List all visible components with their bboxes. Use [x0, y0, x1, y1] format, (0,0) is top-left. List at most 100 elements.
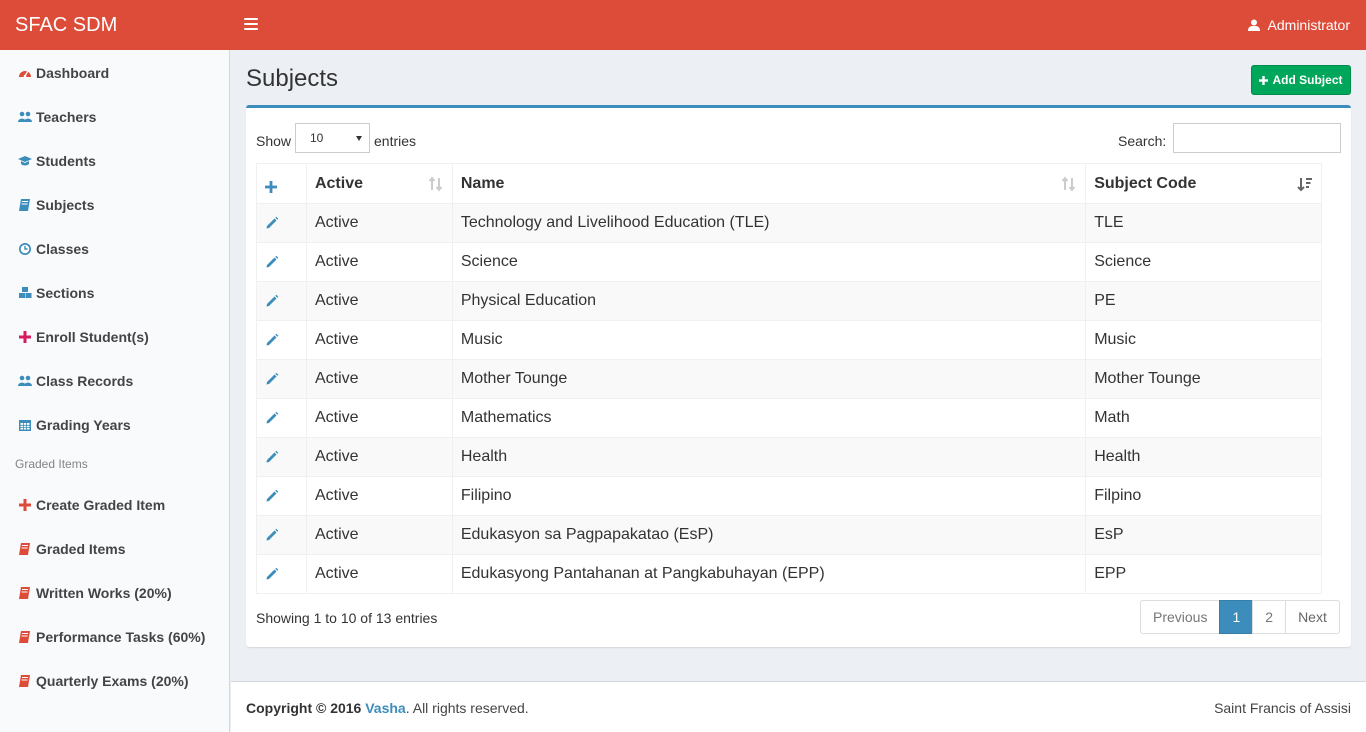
column-header-name[interactable]: Name	[451, 163, 1087, 204]
sidebar-item-written-works-20[interactable]: Written Works (20%)	[0, 575, 229, 611]
table-row: Active Technology and Livelihood Educatio…	[256, 203, 1322, 243]
show-label: Show	[256, 133, 292, 149]
sidebar-item-label: Class Records	[36, 373, 134, 389]
sidebar-item-graded-items[interactable]: Graded Items	[0, 531, 229, 567]
app-brand[interactable]: SFAC SDM	[0, 0, 230, 50]
user-menu[interactable]: Administrator	[1247, 0, 1350, 50]
copyright-text: Copyright © 2016	[246, 700, 362, 716]
sidebar-item-sections[interactable]: Sections	[0, 275, 229, 311]
add-column-header[interactable]	[256, 163, 307, 204]
sidebar-item-enroll-student-s[interactable]: Enroll Student(s)	[0, 319, 229, 355]
pencil-icon[interactable]	[265, 372, 279, 386]
users-icon	[18, 374, 32, 388]
add-subject-button[interactable]: Add Subject	[1251, 65, 1351, 95]
cell-name: Edukasyon sa Pagpapakatao (EsP)	[451, 515, 1087, 555]
pagination-previous[interactable]: Previous	[1140, 600, 1221, 634]
cell-name: Mathematics	[451, 398, 1087, 438]
table-row: Active Mathematics Math	[256, 398, 1322, 438]
entries-label: entries	[374, 133, 417, 149]
subjects-table: Active Name Subject Code Active Technolog…	[256, 163, 1322, 594]
sidebar-item-label: Classes	[36, 241, 89, 257]
edit-cell	[256, 398, 307, 438]
cell-name: Edukasyong Pantahanan at Pangkabuhayan (…	[451, 554, 1087, 594]
cell-subject-code: Filpino	[1085, 476, 1322, 516]
column-header-subject-code[interactable]: Subject Code	[1085, 163, 1322, 204]
pencil-icon[interactable]	[265, 216, 279, 230]
sidebar-toggle-icon[interactable]	[244, 18, 258, 30]
cell-name: Science	[451, 242, 1087, 282]
edit-cell	[256, 203, 307, 243]
cell-active: Active	[305, 359, 453, 399]
sidebar-item-grading-years[interactable]: Grading Years	[0, 407, 229, 443]
pencil-icon[interactable]	[265, 255, 279, 269]
sidebar-item-classes[interactable]: Classes	[0, 231, 229, 267]
dashboard-icon	[18, 66, 32, 80]
table-row: Active Music Music	[256, 320, 1322, 360]
sidebar-item-label: Graded Items	[36, 541, 126, 557]
cell-active: Active	[305, 203, 453, 243]
book-icon	[18, 542, 32, 556]
sidebar: Graded Items Dashboard Teachers Students Su…	[0, 50, 230, 732]
page-length-select[interactable]: 10	[295, 123, 370, 153]
main-content: Subjects Add Subject Show 10 entries Sea…	[231, 50, 1366, 681]
table-header-row: Active Name Subject Code	[256, 163, 1322, 204]
rights-text: . All rights reserved.	[405, 700, 529, 716]
cell-subject-code: Science	[1085, 242, 1322, 282]
sidebar-item-performance-tasks-60[interactable]: Performance Tasks (60%)	[0, 619, 229, 655]
pencil-icon[interactable]	[265, 294, 279, 308]
sidebar-item-subjects[interactable]: Subjects	[0, 187, 229, 223]
edit-cell	[256, 359, 307, 399]
table-row: Active Science Science	[256, 242, 1322, 282]
pencil-icon[interactable]	[265, 567, 279, 581]
sidebar-item-dashboard[interactable]: Dashboard	[0, 55, 229, 91]
search-label: Search:	[1118, 133, 1167, 149]
column-header-subject-code-label: Subject Code	[1094, 174, 1197, 192]
company-link[interactable]: Vasha	[365, 700, 405, 716]
column-header-active[interactable]: Active	[305, 163, 453, 204]
page-length-value: 10	[310, 131, 324, 145]
edit-cell	[256, 242, 307, 282]
cell-active: Active	[305, 398, 453, 438]
table-row: Active Health Health	[256, 437, 1322, 477]
cell-name: Music	[451, 320, 1087, 360]
pencil-icon[interactable]	[265, 528, 279, 542]
cell-active: Active	[305, 515, 453, 555]
sidebar-item-students[interactable]: Students	[0, 143, 229, 179]
sidebar-item-label: Enroll Student(s)	[36, 329, 149, 345]
user-icon	[1247, 19, 1260, 31]
sidebar-item-quarterly-exams-20[interactable]: Quarterly Exams (20%)	[0, 663, 229, 699]
sidebar-item-label: Written Works (20%)	[36, 585, 172, 601]
graduation-cap-icon	[18, 154, 32, 168]
edit-cell	[256, 515, 307, 555]
user-name: Administrator	[1267, 17, 1350, 33]
pencil-icon[interactable]	[265, 489, 279, 503]
sidebar-item-create-graded-item[interactable]: Create Graded Item	[0, 487, 229, 523]
plus-icon	[265, 180, 277, 193]
pagination-next[interactable]: Next	[1285, 600, 1340, 634]
search-input[interactable]	[1173, 123, 1341, 153]
sidebar-header-graded-items: Graded Items	[15, 457, 88, 471]
table-row: Active Edukasyon sa Pagpapakatao (EsP) EsP	[256, 515, 1322, 555]
pencil-icon[interactable]	[265, 450, 279, 464]
cell-subject-code: EsP	[1085, 515, 1322, 555]
table-row: Active Edukasyong Pantahanan at Pangkabuh…	[256, 554, 1322, 594]
edit-cell	[256, 320, 307, 360]
footer-school-name: Saint Francis of Assisi	[1214, 700, 1351, 716]
top-navbar: SFAC SDM Administrator	[0, 0, 1366, 50]
cell-subject-code: Mother Tounge	[1085, 359, 1322, 399]
cell-name: Technology and Livelihood Education (TLE…	[451, 203, 1087, 243]
pagination-page-2[interactable]: 2	[1252, 600, 1287, 634]
pencil-icon[interactable]	[265, 411, 279, 425]
users-icon	[18, 110, 32, 124]
cell-name: Mother Tounge	[451, 359, 1087, 399]
pencil-icon[interactable]	[265, 333, 279, 347]
sidebar-item-class-records[interactable]: Class Records	[0, 363, 229, 399]
cell-subject-code: TLE	[1085, 203, 1322, 243]
pagination-page-1[interactable]: 1	[1219, 600, 1254, 634]
sidebar-item-teachers[interactable]: Teachers	[0, 99, 229, 135]
sort-icon	[428, 176, 443, 192]
table-row: Active Filipino Filpino	[256, 476, 1322, 516]
table-row: Active Physical Education PE	[256, 281, 1322, 321]
pagination: Previous 1 2 Next	[1140, 600, 1340, 634]
cell-name: Physical Education	[451, 281, 1087, 321]
